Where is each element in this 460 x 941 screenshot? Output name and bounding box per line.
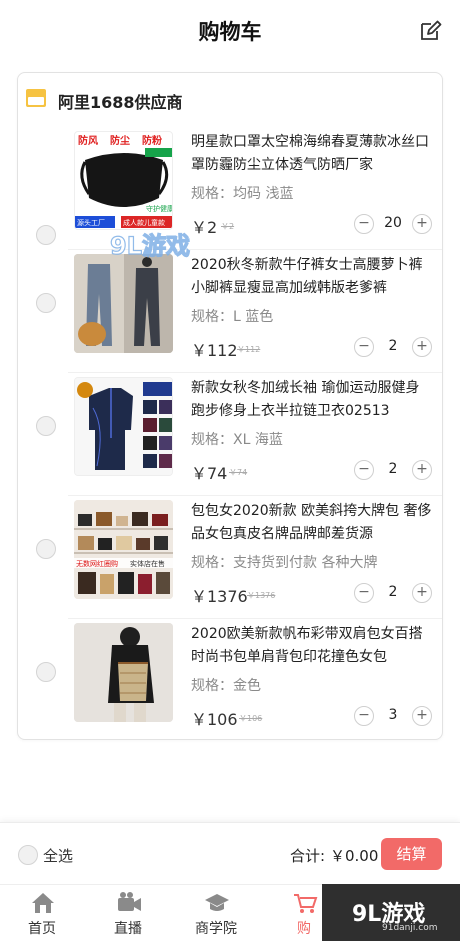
video-camera-icon [118,892,141,911]
increase-button[interactable]: + [412,337,432,357]
product-spec[interactable]: 规格：L 蓝色 [191,306,432,328]
quantity-stepper: − 20 + [354,214,432,236]
original-price: ￥2 [221,222,235,231]
product-spec[interactable]: 规格：XL 海蓝 [191,429,432,451]
tab-academy[interactable]: 商学院 [176,885,256,941]
item-info: 包包女2020新款 欧美斜挎大牌包 奢侈品女包真皮名牌品牌邮差货源 规格：支持货… [191,500,432,608]
checkout-button[interactable]: 结算 [381,838,442,870]
price-row: ￥74 ￥74 − 2 + [191,457,432,485]
quantity-value[interactable]: 2 [374,461,412,477]
product-name[interactable]: 明星款口罩太空棉海绵春夏薄款冰丝口罩防霾防尘立体透气防晒厂家 [191,131,432,177]
watermark-logo: 9L游戏 [109,231,190,260]
tab-live[interactable]: 直播 [88,885,168,941]
tab-label: 商学院 [195,921,237,937]
total-amount: ￥0.00 [330,847,379,865]
product-image[interactable]: 无数网红圈购 实体店在售 [74,500,173,599]
product-name[interactable]: 新款女秋冬加绒长袖 瑜伽运动服健身跑步修身上衣半拉链卫衣02513 [191,377,432,423]
decrease-button[interactable]: − [354,214,374,234]
checkout-bar: 全选 合计: ￥0.00 结算 [0,822,460,884]
cart-item: 无数网红圈购 实体店在售 包包女2020新款 欧美斜挎大牌包 奢侈品女包真皮名牌… [18,496,442,619]
svg-text:9L游戏: 9L游戏 [110,232,190,260]
graduation-cap-icon [205,894,229,911]
cart-icon [294,894,318,913]
quantity-stepper: − 2 + [354,583,432,605]
increase-button[interactable]: + [412,583,432,603]
increase-button[interactable]: + [412,706,432,726]
price-row: ￥112 ￥112 − 2 + [191,334,432,362]
thumb-text: 实体店在售 [130,559,165,568]
select-all-label[interactable]: 全选 [43,845,73,866]
shop-icon [26,89,46,107]
cart-shop-card: 阿里1688供应商 防风 防尘 防粉 守护健康 源头工厂 成人款儿童款 明星款口… [17,72,443,740]
item-select-radio[interactable] [36,225,56,245]
cart-item: 防风 防尘 防粉 守护健康 源头工厂 成人款儿童款 明星款口罩太空棉海绵春夏薄款… [18,127,442,250]
increase-button[interactable]: + [412,214,432,234]
item-select-radio[interactable] [36,293,56,313]
product-price: ￥106 [191,710,238,729]
decrease-button[interactable]: − [354,706,374,726]
price-row: ￥106 ￥106 − 3 + [191,703,432,731]
quantity-value[interactable]: 2 [374,338,412,354]
product-image[interactable] [74,623,173,722]
decrease-button[interactable]: − [354,337,374,357]
home-icon [32,893,54,913]
item-info: 新款女秋冬加绒长袖 瑜伽运动服健身跑步修身上衣半拉链卫衣02513 规格：XL … [191,377,432,485]
thumb-text: 源头工厂 [77,218,105,227]
original-price: ￥106 [239,714,263,723]
original-price: ￥112 [237,345,261,354]
shop-name: 阿里1688供应商 [58,93,183,112]
price-row: ￥1376 ￥1376 − 2 + [191,580,432,608]
quantity-stepper: − 2 + [354,337,432,359]
tab-label: 首页 [28,921,56,937]
shop-header: 阿里1688供应商 [18,73,442,127]
item-info: 2020欧美新款帆布彩带双肩包女百搭时尚书包单肩背包印花撞色女包 规格：金色 ￥… [191,623,432,731]
page-title: 购物车 [198,20,262,44]
cart-item: 新款女秋冬加绒长袖 瑜伽运动服健身跑步修身上衣半拉链卫衣02513 规格：XL … [18,373,442,496]
thumb-text: 防风 [78,134,98,147]
product-name[interactable]: 2020秋冬新款牛仔裤女士高腰萝卜裤小脚裤显瘦显高加绒韩版老爹裤 [191,254,432,300]
item-info: 明星款口罩太空棉海绵春夏薄款冰丝口罩防霾防尘立体透气防晒厂家 规格：均码 浅蓝 … [191,131,432,239]
quantity-value[interactable]: 2 [374,584,412,600]
product-spec[interactable]: 规格：支持货到付款 各种大牌 [191,552,432,574]
edit-icon[interactable] [418,19,442,43]
product-name[interactable]: 2020欧美新款帆布彩带双肩包女百搭时尚书包单肩背包印花撞色女包 [191,623,432,669]
quantity-value[interactable]: 3 [374,707,412,723]
thumb-text: 防尘 [110,134,130,147]
quantity-stepper: − 3 + [354,706,432,728]
item-select-radio[interactable] [36,539,56,559]
product-name[interactable]: 包包女2020新款 欧美斜挎大牌包 奢侈品女包真皮名牌品牌邮差货源 [191,500,432,546]
product-image[interactable]: 防风 防尘 防粉 守护健康 源头工厂 成人款儿童款 [74,131,173,230]
product-spec[interactable]: 规格：金色 [191,675,432,697]
product-image[interactable] [74,254,173,353]
tab-label: 直播 [114,921,142,937]
product-price: ￥74 [191,464,228,483]
quantity-stepper: − 2 + [354,460,432,482]
decrease-button[interactable]: − [354,460,374,480]
product-price: ￥1376 [191,587,248,606]
item-select-radio[interactable] [36,416,56,436]
thumb-text: 守护健康 [146,204,173,213]
thumb-text: 无数网红圈购 [76,559,118,568]
cart-item: 2020秋冬新款牛仔裤女士高腰萝卜裤小脚裤显瘦显高加绒韩版老爹裤 规格：L 蓝色… [18,250,442,373]
select-all-radio[interactable] [18,845,38,865]
product-spec[interactable]: 规格：均码 浅蓝 [191,183,432,205]
total-label: 合计: [290,847,326,865]
original-price: ￥74 [229,468,248,477]
tab-home[interactable]: 首页 [2,885,82,941]
product-image[interactable] [74,377,173,476]
top-nav-bar: 购物车 [0,0,460,62]
price-row: ￥2 ￥2 − 20 + [191,211,432,239]
thumb-text: 防粉 [142,134,162,147]
watermark-url: 91danji.com [382,923,438,933]
cart-item: 2020欧美新款帆布彩带双肩包女百搭时尚书包单肩背包印花撞色女包 规格：金色 ￥… [18,619,442,739]
watermark-badge: 9L游戏 91danji.com [322,884,460,941]
product-price: ￥112 [191,341,238,360]
original-price: ￥1376 [247,591,276,600]
decrease-button[interactable]: − [354,583,374,603]
increase-button[interactable]: + [412,460,432,480]
item-select-radio[interactable] [36,662,56,682]
quantity-value[interactable]: 20 [374,215,412,231]
item-info: 2020秋冬新款牛仔裤女士高腰萝卜裤小脚裤显瘦显高加绒韩版老爹裤 规格：L 蓝色… [191,254,432,362]
